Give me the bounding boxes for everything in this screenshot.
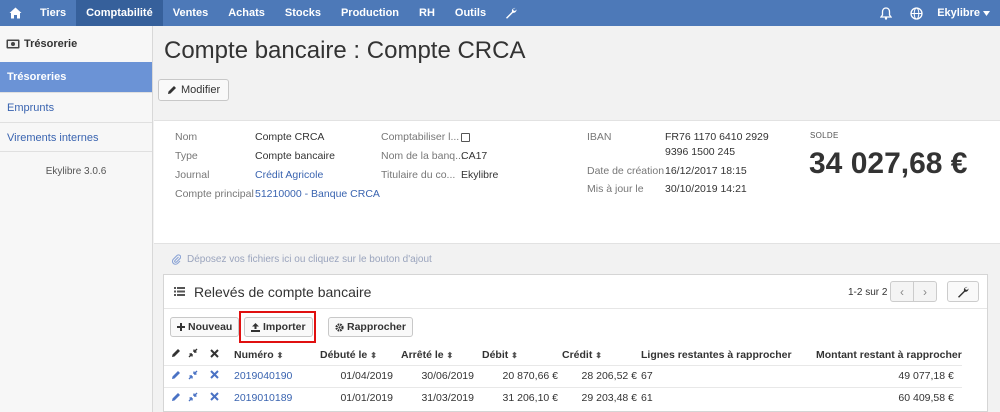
reconcile-button[interactable]: Rapprocher [328,317,413,337]
col-arrete[interactable]: Arrêté le ⬍ [401,345,482,365]
delete-icon[interactable] [210,386,234,409]
comptabiliser-checkbox [461,132,470,142]
dropzone-text: Déposez vos fichiers ici ou cliquez sur … [187,253,432,265]
chevron-right-icon[interactable]: › [913,282,936,301]
solde-label: SOLDE [810,131,839,140]
credit-cell: 28 206,52 € [562,364,641,387]
debit-cell: 31 206,10 € [482,386,562,409]
statements-table: Numéro ⬍ Débuté le ⬍ Arrêté le ⬍ Débit ⬍… [164,345,962,409]
new-button[interactable]: Nouveau [170,317,240,337]
nav-rh[interactable]: RH [409,0,445,26]
lignes-cell: 61 [641,386,816,409]
credit-cell: 29 203,48 € [562,386,641,409]
montant-cell: 60 409,58 € [816,386,962,409]
numero-link[interactable]: 2019040190 [234,364,320,387]
reconcile-icon[interactable] [188,386,210,409]
reconcile-icon[interactable] [188,364,210,387]
sidebar-section-title: Trésorerie [24,38,78,50]
home-icon[interactable] [0,0,30,26]
user-name: Ekylibre [937,7,980,19]
col-montant: Montant restant à rapprocher [816,348,962,361]
nav-outils[interactable]: Outils [445,0,496,26]
compress-icon [188,345,210,365]
pencil-icon [168,86,176,94]
table-row: 2019010189 01/01/2019 31/03/2019 31 206,… [164,386,962,409]
pencil-icon [164,345,188,365]
solde-value: 34 027,68 € [809,147,968,180]
compte-principal-link[interactable]: 51210000 - Banque CRCA [255,188,380,200]
col-lignes: Lignes restantes à rapprocher [641,348,792,361]
nav-ventes[interactable]: Ventes [163,0,218,26]
modifier-button[interactable]: Modifier [158,79,230,101]
lignes-cell: 67 [641,364,816,387]
debit-cell: 20 870,66 € [482,364,562,387]
bank-statements-panel: Relevés de compte bancaire 1-2 sur 2 ‹ ›… [163,274,988,412]
delete-icon [210,345,234,365]
caret-down-icon [983,10,990,16]
montant-cell: 49 077,18 € [816,364,962,387]
page-title: Compte bancaire : Compte CRCA [164,37,526,64]
money-icon [6,39,20,49]
main-content: Compte bancaire : Compte CRCA Modifier N… [154,26,1000,412]
bell-icon[interactable] [871,0,901,26]
col-debit[interactable]: Débit ⬍ [482,345,562,365]
arrete-cell: 31/03/2019 [401,386,482,409]
list-settings-button[interactable] [947,281,979,302]
nav-stocks[interactable]: Stocks [275,0,331,26]
col-numero[interactable]: Numéro ⬍ [234,345,320,365]
sidebar-item-emprunts[interactable]: Emprunts [0,92,152,122]
sidebar-item-virements[interactable]: Virements internes [0,122,152,152]
chevron-left-icon[interactable]: ‹ [891,282,913,301]
panel-title: Relevés de compte bancaire [194,284,372,300]
journal-link[interactable]: Crédit Agricole [255,169,323,181]
top-navbar: Tiers Comptabilité Ventes Achats Stocks … [0,0,1000,26]
debut-cell: 01/01/2019 [320,386,401,409]
nav-achats[interactable]: Achats [218,0,275,26]
list-icon [174,287,185,296]
modifier-label: Modifier [181,84,221,96]
plus-icon [177,323,185,331]
wrench-icon[interactable] [496,0,526,26]
sidebar-section-header: Trésorerie [0,26,152,62]
table-header-row: Numéro ⬍ Débuté le ⬍ Arrêté le ⬍ Débit ⬍… [164,345,962,365]
numero-link[interactable]: 2019010189 [234,386,320,409]
col-debut[interactable]: Débuté le ⬍ [320,345,401,365]
cog-icon [335,322,344,332]
nav-comptabilite[interactable]: Comptabilité [76,0,163,26]
pagination-info: 1-2 sur 2 [848,287,888,298]
nav-production[interactable]: Production [331,0,409,26]
pagination-buttons: ‹ › [890,281,937,302]
delete-icon[interactable] [210,364,234,387]
panel-header: Relevés de compte bancaire 1-2 sur 2 ‹ › [164,275,987,309]
globe-icon[interactable] [901,0,931,26]
table-row: 2019040190 01/04/2019 30/06/2019 20 870,… [164,364,962,387]
reconcile-label: Rapprocher [347,321,406,333]
file-dropzone[interactable]: Déposez vos fichiers ici ou cliquez sur … [154,244,1000,274]
edit-icon[interactable] [164,386,188,409]
debut-cell: 01/04/2019 [320,364,401,387]
paperclip-icon [172,253,181,265]
sidebar: Trésorerie Trésoreries Emprunts Virement… [0,26,153,412]
import-highlight-box [239,311,316,343]
edit-icon[interactable] [164,364,188,387]
col-credit[interactable]: Crédit ⬍ [562,345,641,365]
new-label: Nouveau [188,321,233,333]
app-version: Ekylibre 3.0.6 [45,166,107,177]
wrench-icon [958,286,969,298]
nav-tiers[interactable]: Tiers [30,0,76,26]
sidebar-item-tresoreries[interactable]: Trésoreries [0,62,152,92]
account-details: Nom Compte CRCA Type Compte bancaire Journ… [154,120,1000,244]
user-menu[interactable]: Ekylibre [931,7,1000,19]
arrete-cell: 30/06/2019 [401,364,482,387]
